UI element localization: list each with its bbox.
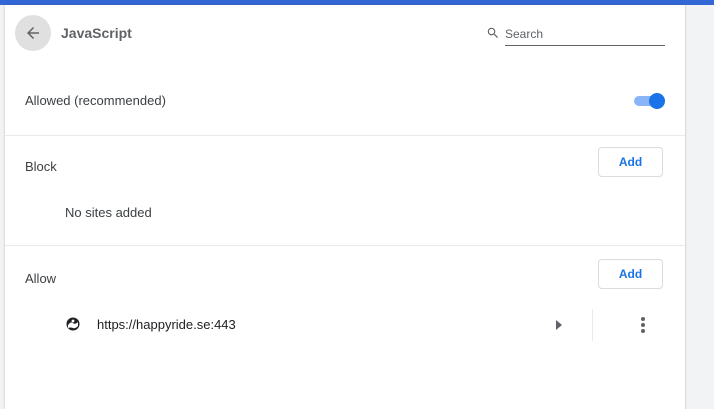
site-url[interactable]: https://happyride.se:443	[97, 317, 236, 332]
page-title: JavaScript	[61, 25, 132, 41]
block-section-label: Block	[25, 159, 57, 174]
arrow-right-icon[interactable]	[555, 320, 563, 330]
site-row: https://happyride.se:443	[5, 305, 685, 345]
block-empty-text: No sites added	[65, 205, 152, 220]
row-separator	[592, 309, 593, 341]
settings-card: JavaScript Allowed (recommended) Block A…	[5, 5, 685, 409]
back-button[interactable]	[15, 15, 51, 51]
allow-section-label: Allow	[25, 271, 57, 286]
default-setting-label: Allowed (recommended)	[25, 93, 166, 108]
divider	[5, 245, 685, 246]
block-add-button[interactable]: Add	[598, 147, 663, 177]
site-favicon-icon	[66, 317, 80, 331]
divider	[5, 135, 685, 136]
allowed-toggle[interactable]	[634, 93, 666, 109]
page-scrollbar-edge	[685, 5, 686, 409]
search-icon	[487, 27, 498, 38]
toggle-knob	[649, 93, 665, 109]
search-input[interactable]	[505, 23, 665, 46]
more-vert-icon[interactable]	[631, 313, 655, 337]
arrow-back-icon	[27, 27, 39, 39]
allow-add-button[interactable]: Add	[598, 259, 663, 289]
